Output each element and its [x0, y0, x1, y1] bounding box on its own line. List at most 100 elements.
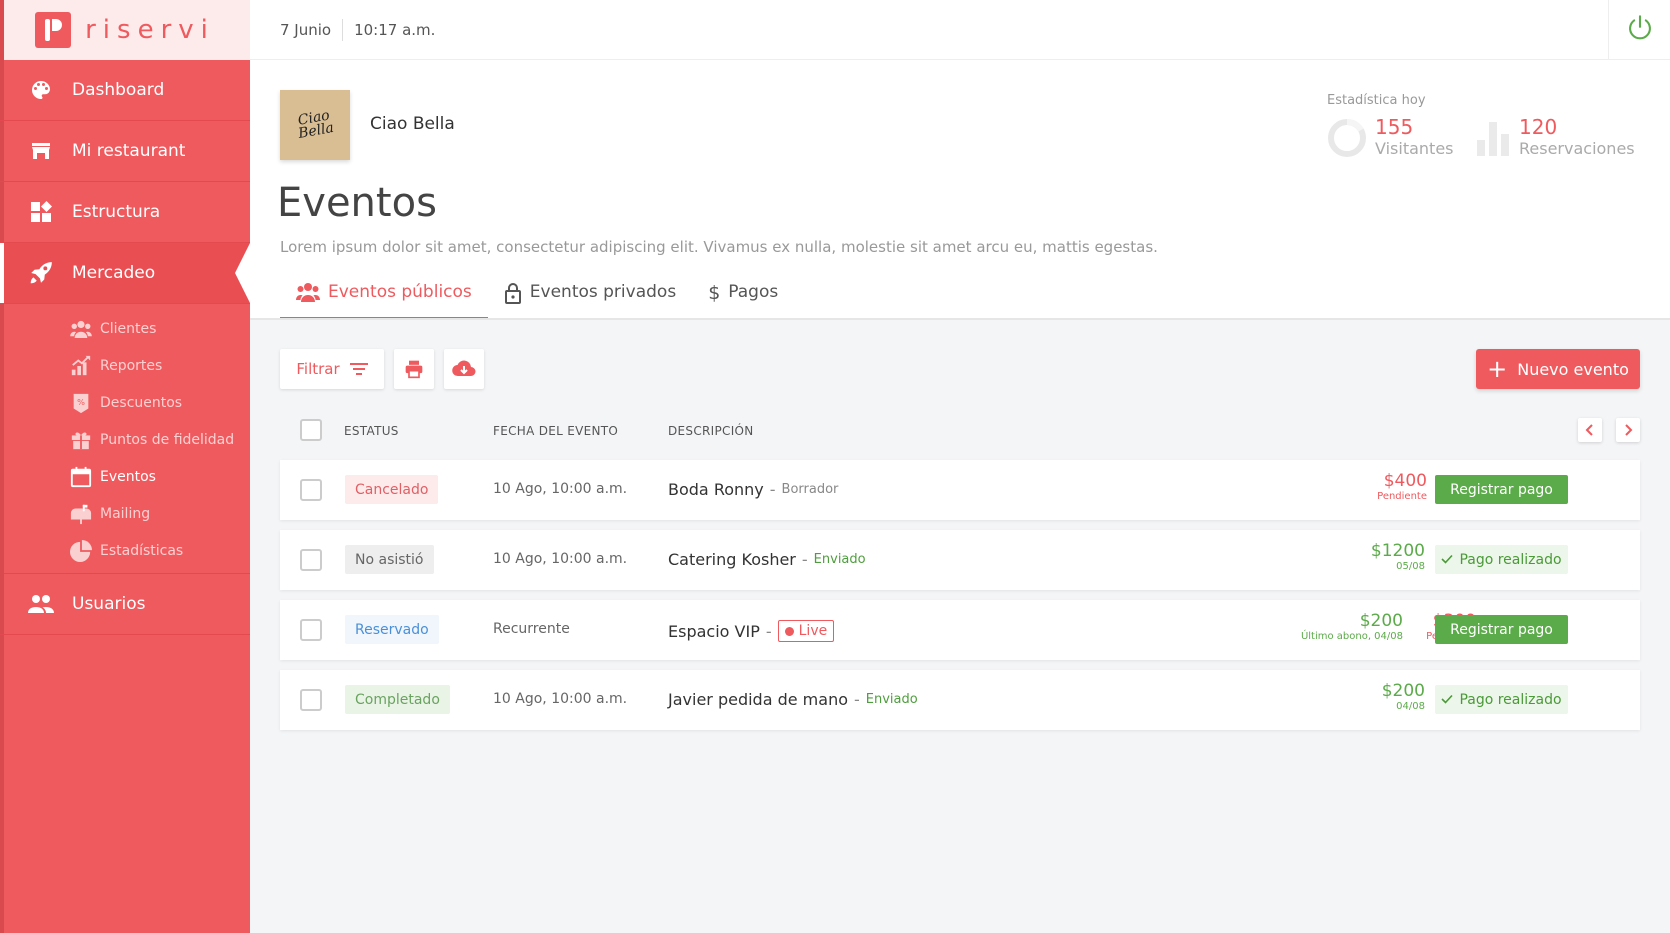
toolbar: Filtrar: [280, 349, 484, 389]
table-row[interactable]: Reservado Recurrente Espacio VIP - Live …: [280, 600, 1640, 660]
event-description: Catering Kosher - Enviado: [668, 550, 866, 569]
restaurant-logo: Ciao Bella: [280, 90, 350, 160]
tab-eventos-privados[interactable]: Eventos privados: [488, 282, 692, 320]
sidebar-item-dashboard[interactable]: Dashboard: [0, 60, 250, 121]
lock-icon: [504, 282, 522, 304]
divider: [342, 18, 344, 41]
sidebar-subitem-label: Eventos: [100, 468, 156, 485]
amount-date: 05/08: [1396, 561, 1425, 572]
sidebar-subitem-puntos-de-fidelidad[interactable]: Puntos de fidelidad: [0, 421, 250, 458]
event-date: 10 Ago, 10:00 a.m.: [493, 481, 628, 497]
table-row[interactable]: Cancelado 10 Ago, 10:00 a.m. Boda Ronny …: [280, 460, 1640, 520]
row-checkbox[interactable]: [300, 689, 322, 711]
event-date: 10 Ago, 10:00 a.m.: [493, 691, 628, 707]
bar-chart-icon: [1475, 118, 1511, 158]
chevron-left-icon: [1585, 424, 1595, 436]
payment-done-label: Pago realizado: [1459, 551, 1562, 568]
table-row[interactable]: Completado 10 Ago, 10:00 a.m. Javier ped…: [280, 670, 1640, 730]
sidebar-subitem-label: Reportes: [100, 357, 163, 374]
amount-paid: $1200 05/08: [1371, 542, 1425, 573]
sidebar-subitem-estadisticas[interactable]: Estadísticas: [0, 532, 250, 569]
payment-done-badge: Pago realizado: [1435, 685, 1568, 714]
topbar: 7 Junio 10:17 a.m.: [250, 0, 1670, 60]
power-button[interactable]: [1608, 0, 1670, 60]
riservi-logo-icon: [35, 12, 72, 48]
stat-visitors-value: 155: [1375, 115, 1414, 139]
stat-visitors: 155 Visitantes: [1327, 116, 1454, 160]
status-badge: Cancelado: [345, 475, 439, 504]
filter-icon: [349, 362, 368, 376]
brand[interactable]: riservi: [0, 0, 250, 60]
dollar-icon: $: [708, 282, 721, 304]
separator: -: [854, 690, 860, 709]
palette-icon: [28, 77, 54, 103]
amount-pending: $400 Pendiente: [1377, 472, 1427, 503]
page-description: Lorem ipsum dolor sit amet, consectetur …: [280, 238, 1158, 256]
stat-visitors-label: Visitantes: [1375, 139, 1454, 158]
brand-name: riservi: [85, 15, 215, 45]
discount-tag-icon: %: [70, 392, 92, 414]
calendar-icon: [70, 466, 92, 488]
tab-pagos[interactable]: $ Pagos: [692, 282, 794, 320]
pie-chart-icon: [70, 539, 92, 562]
prev-page-button[interactable]: [1578, 418, 1602, 442]
live-dot-icon: [784, 626, 794, 636]
amount-value: $400: [1383, 471, 1427, 491]
svg-text:%: %: [77, 396, 85, 406]
event-description: Espacio VIP - Live: [668, 620, 835, 642]
restaurant-logo-text: Ciao Bella: [296, 107, 336, 142]
sidebar-item-label: Estructura: [72, 202, 161, 222]
check-icon: [1441, 552, 1454, 568]
sidebar-subitem-clientes[interactable]: Clientes: [0, 310, 250, 347]
users-icon: [28, 591, 54, 617]
sidebar: riservi Dashboard Mi restaurant Estructu…: [0, 0, 250, 933]
sidebar-subitem-mailing[interactable]: Mailing: [0, 495, 250, 532]
event-state: Enviado: [813, 552, 866, 567]
sidebar-item-estructura[interactable]: Estructura: [0, 182, 250, 243]
status-badge: No asistió: [345, 545, 434, 574]
widgets-icon: [28, 199, 54, 225]
tab-eventos-publicos[interactable]: Eventos públicos: [280, 282, 488, 320]
sidebar-item-mercadeo[interactable]: Mercadeo: [0, 243, 250, 304]
filter-button[interactable]: Filtrar: [280, 349, 384, 389]
register-payment-button[interactable]: Registrar pago: [1435, 475, 1568, 504]
payment-done-badge: Pago realizado: [1435, 545, 1568, 574]
rocket-icon: [28, 260, 54, 286]
current-date: 7 Junio: [280, 20, 332, 39]
print-button[interactable]: [394, 349, 434, 389]
table-row[interactable]: No asistió 10 Ago, 10:00 a.m. Catering K…: [280, 530, 1640, 590]
sidebar-subitem-descuentos[interactable]: % Descuentos: [0, 384, 250, 421]
row-checkbox[interactable]: [300, 619, 322, 641]
stat-reservations: 120 Reservaciones: [1475, 116, 1635, 160]
event-state: Enviado: [865, 692, 918, 707]
download-button[interactable]: [444, 349, 484, 389]
row-checkbox[interactable]: [300, 479, 322, 501]
tabs: Eventos públicos Eventos privados $ Pago…: [280, 282, 794, 320]
sidebar-item-mi-restaurant[interactable]: Mi restaurant: [0, 121, 250, 182]
stat-reservations-value: 120: [1519, 115, 1558, 139]
live-label: Live: [798, 623, 828, 639]
new-event-button[interactable]: + Nuevo evento: [1476, 349, 1640, 389]
paid-amount-note: Último abono, 04/08: [1300, 631, 1403, 642]
table-header: ESTATUS FECHA DEL EVENTO DESCRIPCIÓN: [280, 418, 1640, 442]
separator: -: [769, 480, 776, 499]
event-state: Borrador: [781, 482, 839, 497]
column-status: ESTATUS: [344, 424, 399, 438]
next-page-button[interactable]: [1616, 418, 1640, 442]
register-payment-button[interactable]: Registrar pago: [1435, 615, 1568, 644]
current-time: 10:17 a.m.: [354, 20, 436, 39]
sidebar-subitem-eventos[interactable]: Eventos: [0, 458, 250, 495]
event-description: Javier pedida de mano - Enviado: [668, 690, 918, 709]
sidebar-subitem-reportes[interactable]: Reportes: [0, 347, 250, 384]
paid-amount-value: $200: [1359, 611, 1403, 631]
event-date: 10 Ago, 10:00 a.m.: [493, 551, 628, 567]
select-all-checkbox[interactable]: [300, 419, 322, 441]
event-name: Javier pedida de mano: [668, 690, 848, 709]
amount-value: $200: [1381, 681, 1425, 701]
chart-icon: [70, 355, 92, 377]
mercadeo-submenu: Clientes Reportes % Descuentos Puntos de…: [0, 304, 250, 574]
filter-label: Filtrar: [296, 360, 340, 378]
separator: -: [765, 621, 772, 641]
sidebar-item-usuarios[interactable]: Usuarios: [0, 574, 250, 635]
row-checkbox[interactable]: [300, 549, 322, 571]
